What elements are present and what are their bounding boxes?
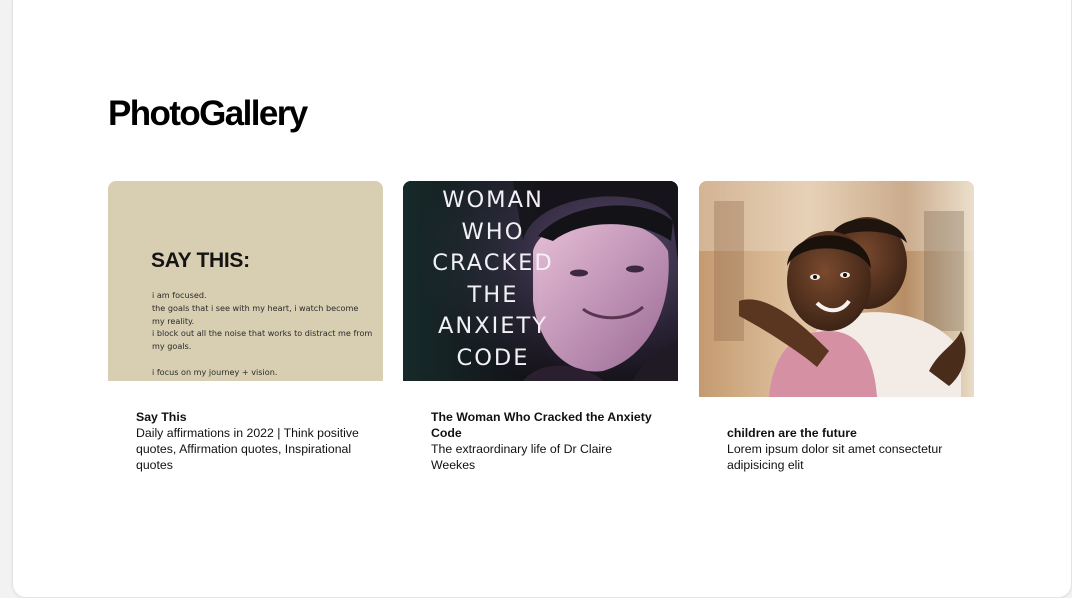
image-text-line: i block out all the noise that works to … [152, 328, 373, 339]
image-text-line: i focus on my journey + vision. [152, 366, 278, 377]
card-title: Say This [136, 410, 187, 424]
card-image[interactable]: WOMAN WHO CRACKED THE ANXIETY CODE [403, 181, 678, 381]
gallery-card-children[interactable]: children are the future Lorem ipsum dolo… [699, 181, 974, 501]
cover-line: ANXIETY [438, 313, 548, 340]
image-text-spacer [152, 353, 362, 366]
image-text-line: the goals that i see with my heart, i wa… [152, 302, 359, 313]
card-caption: Say This Daily affirmations in 2022 | Th… [136, 409, 363, 473]
cover-line: WOMAN [442, 187, 544, 213]
card-caption: The Woman Who Cracked the Anxiety Code T… [431, 409, 658, 473]
image-text-line: my goals. [152, 341, 192, 352]
page-title: PhotoGallery [108, 94, 308, 133]
cover-line: WHO [461, 218, 525, 245]
card-description: The extraordinary life of Dr Claire Week… [431, 442, 613, 472]
card-title: The Woman Who Cracked the Anxiety Code [431, 410, 652, 440]
cover-line: CODE [456, 344, 530, 371]
image-text-block: i am focused. the goals that i see with … [152, 289, 373, 379]
card-caption: children are the future Lorem ipsum dolo… [727, 425, 954, 473]
card-title: children are the future [727, 426, 857, 440]
card-image[interactable]: SAY THIS: i am focused. the goals that i… [108, 181, 383, 381]
card-description: Lorem ipsum dolor sit amet consectetur a… [727, 442, 943, 472]
image-heading: SAY THIS: [151, 249, 250, 272]
children-photo-illustration [699, 181, 974, 397]
gallery-card-anxiety-code[interactable]: WOMAN WHO CRACKED THE ANXIETY CODE The W… [403, 181, 678, 501]
image-text-line: my reality. [152, 315, 195, 326]
card-description: Daily affirmations in 2022 | Think posit… [136, 426, 359, 472]
gallery-card-say-this[interactable]: SAY THIS: i am focused. the goals that i… [108, 181, 383, 501]
image-text-line: i am focused. [152, 290, 207, 300]
cover-line: CRACKED [432, 250, 554, 277]
card-image[interactable] [699, 181, 974, 397]
book-cover-title: WOMAN WHO CRACKED THE ANXIETY CODE [423, 185, 563, 375]
cover-line: THE [467, 281, 519, 308]
